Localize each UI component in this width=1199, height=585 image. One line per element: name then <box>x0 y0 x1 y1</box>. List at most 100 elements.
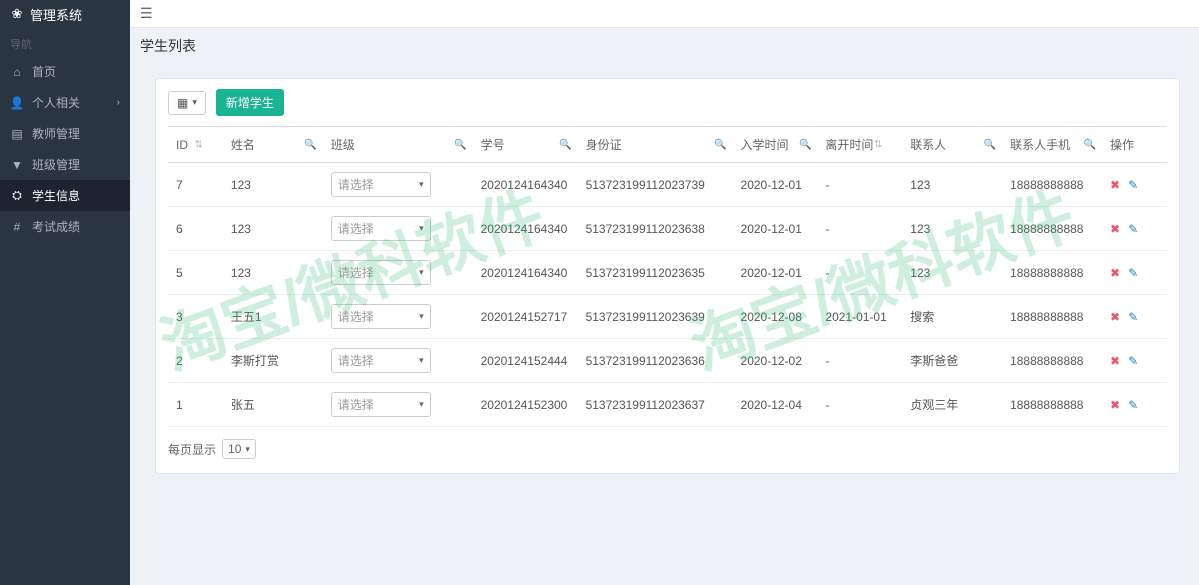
collapse-sidebar-icon[interactable]: ☰ <box>140 5 153 22</box>
delete-icon[interactable]: ✖ <box>1110 310 1120 324</box>
cell: 18888888888 <box>1002 295 1102 339</box>
delete-icon[interactable]: ✖ <box>1110 354 1120 368</box>
table-row: 2李斯打赏请选择▾2020124152444513723199112023636… <box>168 339 1167 383</box>
cell: ✖✎ <box>1102 207 1167 251</box>
cell: 123 <box>902 163 1002 207</box>
col-label: 离开时间 <box>825 138 873 152</box>
sidebar: ❀ 管理系统 导航 ⌂首页👤个人相关›▤教师管理▼班级管理⛭学生信息#考试成绩 <box>0 0 130 585</box>
sidebar-item-label: 考试成绩 <box>32 218 80 235</box>
cell: 2020-12-01 <box>733 251 818 295</box>
app-title: 管理系统 <box>30 5 82 24</box>
sidebar-item-0[interactable]: ⌂首页 <box>0 56 130 87</box>
cell: 2020124152444 <box>473 339 578 383</box>
add-student-button[interactable]: 新增学生 <box>216 89 284 116</box>
cell: 2020-12-01 <box>733 163 818 207</box>
col-header-5[interactable]: 入学时间 🔍 <box>733 127 818 163</box>
edit-icon[interactable]: ✎ <box>1128 178 1138 192</box>
col-header-6[interactable]: 离开时间⇅ <box>817 127 902 163</box>
cell: 18888888888 <box>1002 383 1102 427</box>
class-select[interactable]: 请选择▾ <box>331 304 431 329</box>
delete-icon[interactable]: ✖ <box>1110 266 1120 280</box>
col-label: 班级 <box>331 138 355 152</box>
col-label: 姓名 <box>231 138 255 152</box>
search-icon[interactable]: 🔍 <box>984 139 996 150</box>
cell: 张五 <box>223 383 323 427</box>
sidebar-item-label: 班级管理 <box>32 156 80 173</box>
search-icon[interactable]: 🔍 <box>799 139 811 150</box>
cell: 18888888888 <box>1002 339 1102 383</box>
cell: 李斯爸爸 <box>902 339 1002 383</box>
edit-icon[interactable]: ✎ <box>1128 398 1138 412</box>
cell: ✖✎ <box>1102 339 1167 383</box>
cell: 2021-01-01 <box>817 295 902 339</box>
page-size-select[interactable]: 10 ▾ <box>222 439 256 459</box>
cell: 513723199112023739 <box>578 163 733 207</box>
cell: 请选择▾ <box>323 295 473 339</box>
col-header-8[interactable]: 联系人手机🔍 <box>1002 127 1102 163</box>
col-label: ID <box>176 138 188 152</box>
cell: ✖✎ <box>1102 251 1167 295</box>
filter-icon: ▼ <box>10 158 24 172</box>
class-select[interactable]: 请选择▾ <box>331 392 431 417</box>
sidebar-item-5[interactable]: # 考试成绩 <box>0 211 130 242</box>
page-size-label: 每页显示 <box>168 441 216 458</box>
search-icon[interactable]: 🔍 <box>304 139 316 150</box>
table-row: 6123请选择▾20201241643405137231991120236382… <box>168 207 1167 251</box>
sidebar-item-label: 个人相关 <box>32 94 80 111</box>
edit-icon[interactable]: ✎ <box>1128 266 1138 280</box>
table-row: 1张五请选择▾202012415230051372319911202363720… <box>168 383 1167 427</box>
cell: 2020-12-02 <box>733 339 818 383</box>
edit-icon[interactable]: ✎ <box>1128 354 1138 368</box>
cell: 513723199112023635 <box>578 251 733 295</box>
sidebar-item-2[interactable]: ▤教师管理 <box>0 118 130 149</box>
edit-icon[interactable]: ✎ <box>1128 310 1138 324</box>
class-select[interactable]: 请选择▾ <box>331 216 431 241</box>
col-header-9[interactable]: 操作 <box>1102 127 1167 163</box>
search-icon[interactable]: 🔍 <box>714 139 726 150</box>
columns-toggle-button[interactable]: ▦ ▾ <box>168 91 206 115</box>
cell: ✖✎ <box>1102 383 1167 427</box>
col-label: 入学时间 <box>741 138 789 152</box>
sort-icon[interactable]: ⇅ <box>874 139 882 150</box>
search-icon[interactable]: 🔍 <box>1084 139 1096 150</box>
col-header-3[interactable]: 学号🔍 <box>473 127 578 163</box>
cell: - <box>817 251 902 295</box>
cell: 搜索 <box>902 295 1002 339</box>
col-header-4[interactable]: 身份证🔍 <box>578 127 733 163</box>
hash-icon: # <box>10 220 24 234</box>
class-select[interactable]: 请选择▾ <box>331 172 431 197</box>
sort-icon[interactable]: ⇅ <box>195 139 203 150</box>
col-header-7[interactable]: 联系人🔍 <box>902 127 1002 163</box>
class-select[interactable]: 请选择▾ <box>331 260 431 285</box>
sidebar-item-4[interactable]: ⛭学生信息 <box>0 180 130 211</box>
cell: 2020-12-01 <box>733 207 818 251</box>
select-placeholder: 请选择 <box>338 308 374 325</box>
cell: 123 <box>902 207 1002 251</box>
cell: - <box>817 383 902 427</box>
delete-icon[interactable]: ✖ <box>1110 222 1120 236</box>
toolbar: ▦ ▾ 新增学生 <box>168 89 1167 116</box>
sidebar-item-1[interactable]: 👤个人相关› <box>0 87 130 118</box>
col-header-2[interactable]: 班级 🔍 <box>323 127 473 163</box>
cell: 18888888888 <box>1002 207 1102 251</box>
cell: 123 <box>223 251 323 295</box>
cell: 513723199112023636 <box>578 339 733 383</box>
cell: 513723199112023637 <box>578 383 733 427</box>
pager: 每页显示 10 ▾ <box>168 439 1167 459</box>
cell: 2020124164340 <box>473 163 578 207</box>
cell: 123 <box>902 251 1002 295</box>
edit-icon[interactable]: ✎ <box>1128 222 1138 236</box>
sidebar-item-3[interactable]: ▼ 班级管理 <box>0 149 130 180</box>
search-icon[interactable]: 🔍 <box>559 139 571 150</box>
cell: - <box>817 163 902 207</box>
col-header-0[interactable]: ID ⇅ <box>168 127 223 163</box>
cell: 513723199112023638 <box>578 207 733 251</box>
delete-icon[interactable]: ✖ <box>1110 398 1120 412</box>
search-icon[interactable]: 🔍 <box>454 139 466 150</box>
app-title-bar: ❀ 管理系统 <box>0 0 130 28</box>
delete-icon[interactable]: ✖ <box>1110 178 1120 192</box>
cell: 3 <box>168 295 223 339</box>
class-select[interactable]: 请选择▾ <box>331 348 431 373</box>
col-header-1[interactable]: 姓名 🔍 <box>223 127 323 163</box>
cell: 请选择▾ <box>323 251 473 295</box>
